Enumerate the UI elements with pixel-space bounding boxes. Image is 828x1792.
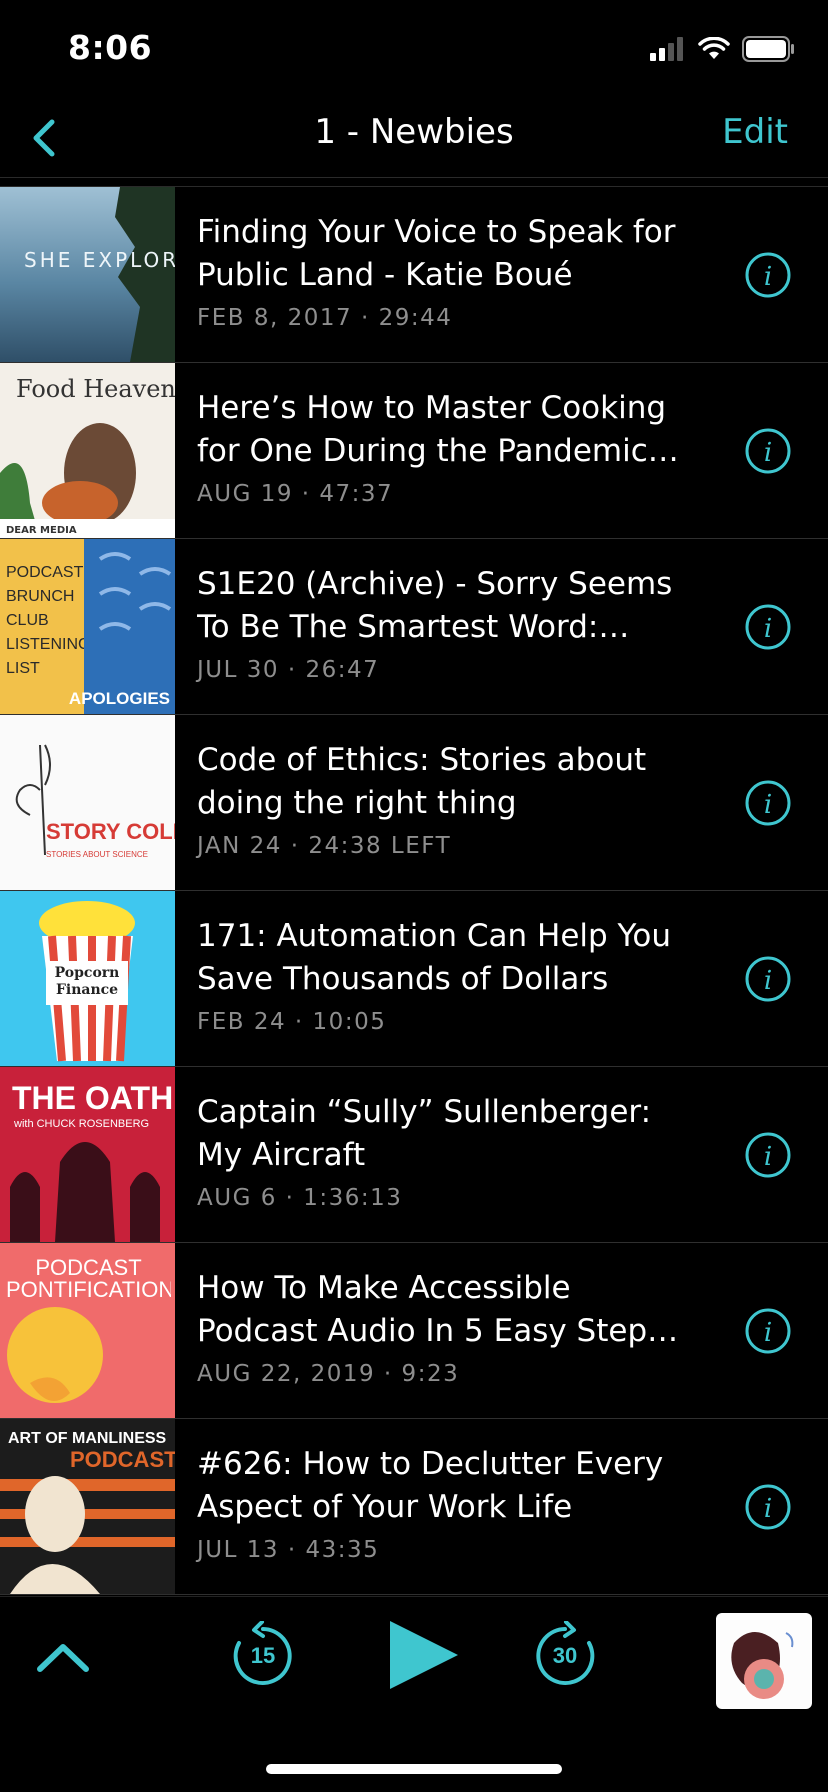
artwork-text: Popcorn Finance [54, 965, 120, 998]
info-icon[interactable]: i [744, 779, 792, 827]
episode-row[interactable]: STORY COLLIDER STORIES ABOUT SCIENCE Cod… [0, 715, 828, 891]
episode-title: 171: Automation Can Help You Save Thousa… [197, 918, 671, 997]
artwork-subtext: APOLOGIES [69, 689, 170, 708]
info-icon[interactable]: i [744, 603, 792, 651]
episode-meta: AUG 22, 2019 · 9:23 [197, 1361, 460, 1387]
info-icon[interactable]: i [744, 955, 792, 1003]
svg-text:i: i [764, 614, 772, 644]
mini-player: 15 30 [0, 1596, 828, 1792]
playlist-title: 1 - Newbies [314, 112, 514, 152]
episode-meta: JUL 30 · 26:47 [197, 657, 380, 683]
status-bar: 8:06 [0, 0, 828, 100]
episode-title: Captain “Sully” Sullenberger: My Aircraf… [197, 1094, 652, 1173]
episode-meta: AUG 19 · 47:37 [197, 481, 394, 507]
episode-row[interactable]: Popcorn Finance 171: Automation Can Help… [0, 891, 828, 1067]
episode-title: S1E20 (Archive) - Sorry Seems To Be The … [197, 566, 673, 645]
podcast-artwork: PODCAST BRUNCH CLUB LISTENING LIST APOLO… [0, 539, 175, 714]
episode-title: #626: How to Declutter Every Aspect of Y… [197, 1446, 664, 1525]
artwork-subtext: with CHUCK ROSENBERG [13, 1118, 149, 1130]
artwork-text: STORY COLLIDER [46, 819, 175, 844]
svg-text:i: i [764, 790, 772, 820]
artwork-text: Food Heaven [16, 375, 175, 403]
now-playing-artwork[interactable] [716, 1613, 812, 1709]
artwork-subtext: PODCAST [70, 1447, 175, 1472]
play-icon[interactable] [384, 1617, 464, 1693]
episode-meta: JUL 13 · 43:35 [197, 1537, 380, 1563]
info-icon[interactable]: i [744, 1307, 792, 1355]
battery-icon [742, 36, 794, 62]
artwork-text: PODCAST BRUNCH CLUB LISTENING LIST [6, 564, 84, 677]
episode-meta: FEB 8, 2017 · 29:44 [197, 305, 453, 331]
podcast-artwork: Food Heaven DEAR MEDIA [0, 363, 175, 538]
svg-text:i: i [764, 262, 772, 292]
episode-row[interactable]: SHE EXPLORES Finding Your Voice to Speak… [0, 187, 828, 363]
podcast-artwork: ART OF MANLINESS PODCAST [0, 1419, 175, 1594]
podcast-artwork: Popcorn Finance [0, 891, 175, 1066]
skip-forward-button[interactable]: 30 [530, 1620, 600, 1691]
home-indicator [266, 1764, 562, 1774]
info-icon[interactable]: i [744, 1131, 792, 1179]
svg-text:i: i [764, 1142, 772, 1172]
expand-up-chevron-icon[interactable] [34, 1639, 92, 1675]
podcast-artwork: PODCAST PONTIFICATIONS [0, 1243, 175, 1418]
info-icon[interactable]: i [744, 1483, 792, 1531]
svg-text:i: i [764, 966, 772, 996]
cellular-signal-icon [650, 37, 683, 61]
episode-meta: JAN 24 · 24:38 LEFT [197, 833, 452, 859]
skip-back-label: 15 [250, 1643, 276, 1668]
podcast-artwork: SHE EXPLORES [0, 187, 175, 362]
artwork-text: ART OF MANLINESS [8, 1430, 167, 1447]
artwork-subtext: STORIES ABOUT SCIENCE [46, 850, 148, 859]
episode-title: Finding Your Voice to Speak for Public L… [197, 214, 676, 293]
episode-meta: AUG 6 · 1:36:13 [197, 1185, 403, 1211]
episode-row[interactable]: THE OATH with CHUCK ROSENBERG Captain “S… [0, 1067, 828, 1243]
episode-row[interactable]: Food Heaven DEAR MEDIA Here’s How to Mas… [0, 363, 828, 539]
wifi-icon [698, 37, 730, 59]
podcast-artwork: THE OATH with CHUCK ROSENBERG [0, 1067, 175, 1242]
info-icon[interactable]: i [744, 251, 792, 299]
episode-title: How To Make Accessible Podcast Audio In … [197, 1270, 664, 1349]
status-time: 8:06 [68, 28, 153, 67]
skip-forward-label: 30 [552, 1643, 578, 1668]
info-icon[interactable]: i [744, 427, 792, 475]
episode-title: Here’s How to Master Cooking for One Dur… [197, 390, 667, 469]
svg-text:i: i [764, 1494, 772, 1524]
artwork-text: THE OATH [12, 1080, 173, 1116]
svg-text:i: i [764, 438, 772, 468]
episode-row[interactable]: PODCAST PONTIFICATIONS How To Make Acces… [0, 1243, 828, 1419]
edit-button[interactable]: Edit [722, 112, 788, 152]
episode-list: SHE EXPLORES Finding Your Voice to Speak… [0, 186, 828, 1595]
podcast-artwork: STORY COLLIDER STORIES ABOUT SCIENCE [0, 715, 175, 890]
navigation-bar: 1 - Newbies Edit [0, 100, 828, 178]
artwork-text: SHE EXPLORES [24, 248, 175, 272]
episode-meta: FEB 24 · 10:05 [197, 1009, 387, 1035]
artwork-text: PODCAST PONTIFICATIONS [6, 1257, 171, 1302]
skip-back-button[interactable]: 15 [228, 1620, 298, 1691]
episode-row[interactable]: ART OF MANLINESS PODCAST #626: How to De… [0, 1419, 828, 1595]
svg-text:i: i [764, 1318, 772, 1348]
episode-row[interactable]: PODCAST BRUNCH CLUB LISTENING LIST APOLO… [0, 539, 828, 715]
status-icons [650, 36, 796, 62]
artwork-subtext: DEAR MEDIA [6, 525, 77, 536]
episode-title: Code of Ethics: Stories about doing the … [197, 742, 647, 821]
